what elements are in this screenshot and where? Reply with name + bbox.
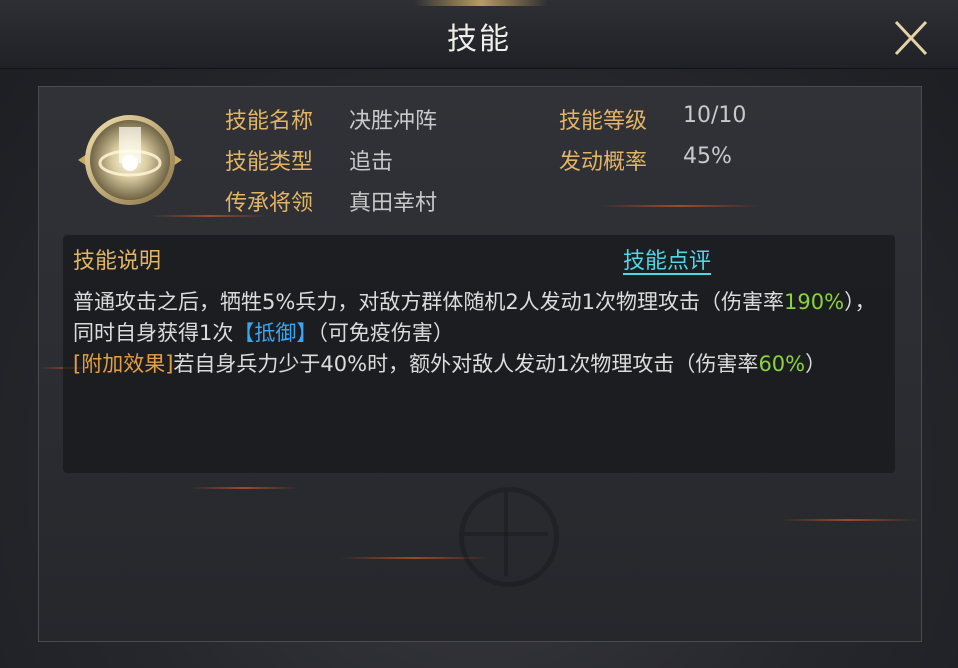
page-title: 技能 — [447, 22, 511, 57]
description-text: 普通攻击之后，牺牲5%兵力，对敌方群体随机2人发动1次物理攻击（伤害率190% ）… — [73, 287, 883, 380]
skill-level-label: 技能等级 — [559, 109, 648, 134]
ember-decoration — [599, 205, 759, 207]
description-box: 技能说明 技能点评 普通攻击之后，牺牲5%兵力，对敌方群体随机2人发动1次物理攻… — [63, 235, 895, 473]
trigger-chance-label: 发动概率 — [559, 150, 648, 175]
top-ornament — [414, 0, 548, 6]
title-bar: 技能 — [0, 0, 958, 69]
wheel-decoration — [459, 487, 559, 587]
inherit-general-value: 真田幸村 — [349, 191, 438, 216]
description-title: 技能说明 — [73, 249, 162, 274]
description-text-segment: （可免疫伤害） — [317, 321, 454, 345]
description-text-segment: ） — [805, 352, 827, 376]
buff-keyword: 【抵御】 — [233, 321, 318, 345]
skill-name-label: 技能名称 — [225, 109, 314, 134]
inherit-general-label: 传承将领 — [225, 191, 314, 216]
ember-decoration — [779, 519, 919, 521]
skill-type-label: 技能类型 — [225, 150, 314, 175]
trigger-chance-value: 45% — [683, 144, 732, 169]
skill-emblem-icon — [78, 115, 182, 205]
description-text-segment: 若自身兵力少于40%时，额外对敌人发动1次物理攻击（伤害率 — [173, 352, 759, 376]
damage-rate-value: 190% — [784, 290, 845, 314]
description-text-segment: 普通攻击之后，牺牲5%兵力，对敌方群体随机2人发动1次物理攻击（伤害率 — [73, 290, 785, 314]
ember-decoration — [189, 487, 299, 489]
skill-level-value: 10/10 — [683, 103, 747, 128]
skill-type-value: 追击 — [349, 150, 394, 175]
extra-damage-rate-value: 60% — [758, 352, 806, 376]
skill-name-value: 决胜冲阵 — [349, 109, 438, 134]
skill-panel: 技能名称 决胜冲阵 技能等级 10/10 技能类型 追击 发动概率 45% 传承… — [38, 86, 922, 642]
skill-review-link[interactable]: 技能点评 — [623, 243, 711, 275]
extra-effect-tag: [附加效果] — [73, 352, 174, 376]
close-button[interactable] — [888, 16, 934, 62]
close-icon — [894, 20, 928, 56]
